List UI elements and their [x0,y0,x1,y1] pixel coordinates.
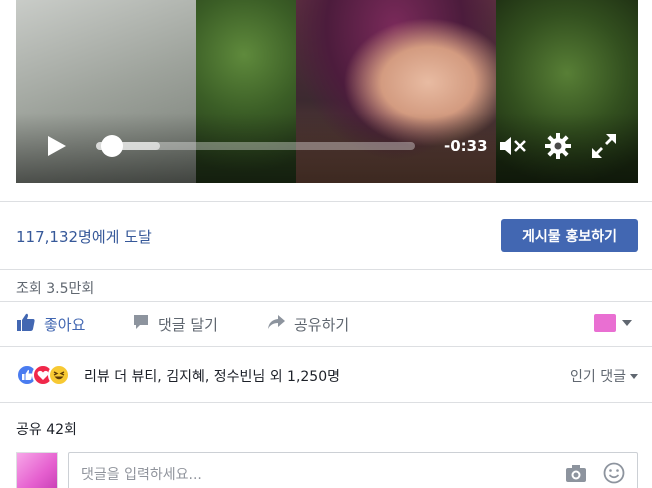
chevron-down-icon [630,373,638,379]
share-label: 공유하기 [294,315,350,334]
comment-sort-dropdown[interactable]: 인기 댓글 [570,366,638,386]
comment-icon [132,313,150,335]
reaction-icons[interactable] [16,364,80,386]
divider [0,201,652,202]
page-avatar-thumbnail [594,314,616,332]
view-count: 조회 3.5만회 [16,281,95,297]
reactions-summary: 리뷰 더 뷰티, 김지혜, 정수빈님 외 1,250명 인기 댓글 [16,362,638,388]
divider [0,269,652,270]
actor-selector[interactable] [594,314,632,332]
divider [0,346,652,347]
haha-reaction-icon [48,364,70,386]
post-reach-count[interactable]: 117,132명에게 도달 [16,226,152,247]
divider [0,402,652,403]
like-button[interactable]: 좋아요 [16,312,85,336]
comment-composer: 댓글을 입력하세요... [16,452,638,488]
video-scrubber[interactable] [96,142,415,150]
comment-input-placeholder: 댓글을 입력하세요... [81,467,202,483]
share-arrow-icon [266,313,286,335]
share-button[interactable]: 공유하기 [266,312,349,336]
like-label: 좋아요 [44,315,86,334]
play-icon[interactable] [44,134,68,158]
volume-muted-icon[interactable] [498,134,528,158]
gear-icon[interactable] [544,132,572,160]
video-time-remaining: -0:33 [444,137,488,155]
comment-button[interactable]: 댓글 달기 [132,312,218,336]
avatar [16,452,58,488]
comment-input[interactable]: 댓글을 입력하세요... [68,452,638,488]
fullscreen-icon[interactable] [590,132,618,160]
comment-sort-label: 인기 댓글 [570,369,626,385]
post-action-bar: 좋아요 댓글 달기 공유하기 [0,302,652,346]
video-scrubber-handle[interactable] [100,135,123,157]
chevron-down-icon [622,320,632,326]
boost-post-button[interactable]: 게시물 홍보하기 [501,219,638,252]
video-player[interactable]: -0:33 [16,0,638,183]
camera-icon[interactable] [565,463,587,483]
video-controls: -0:33 [16,128,638,164]
thumbs-up-icon [16,312,36,336]
share-count[interactable]: 공유 42회 [16,419,77,439]
emoji-icon[interactable] [603,462,625,484]
comment-label: 댓글 달기 [158,315,218,334]
reaction-summary-text[interactable]: 리뷰 더 뷰티, 김지혜, 정수빈님 외 1,250명 [84,366,340,386]
